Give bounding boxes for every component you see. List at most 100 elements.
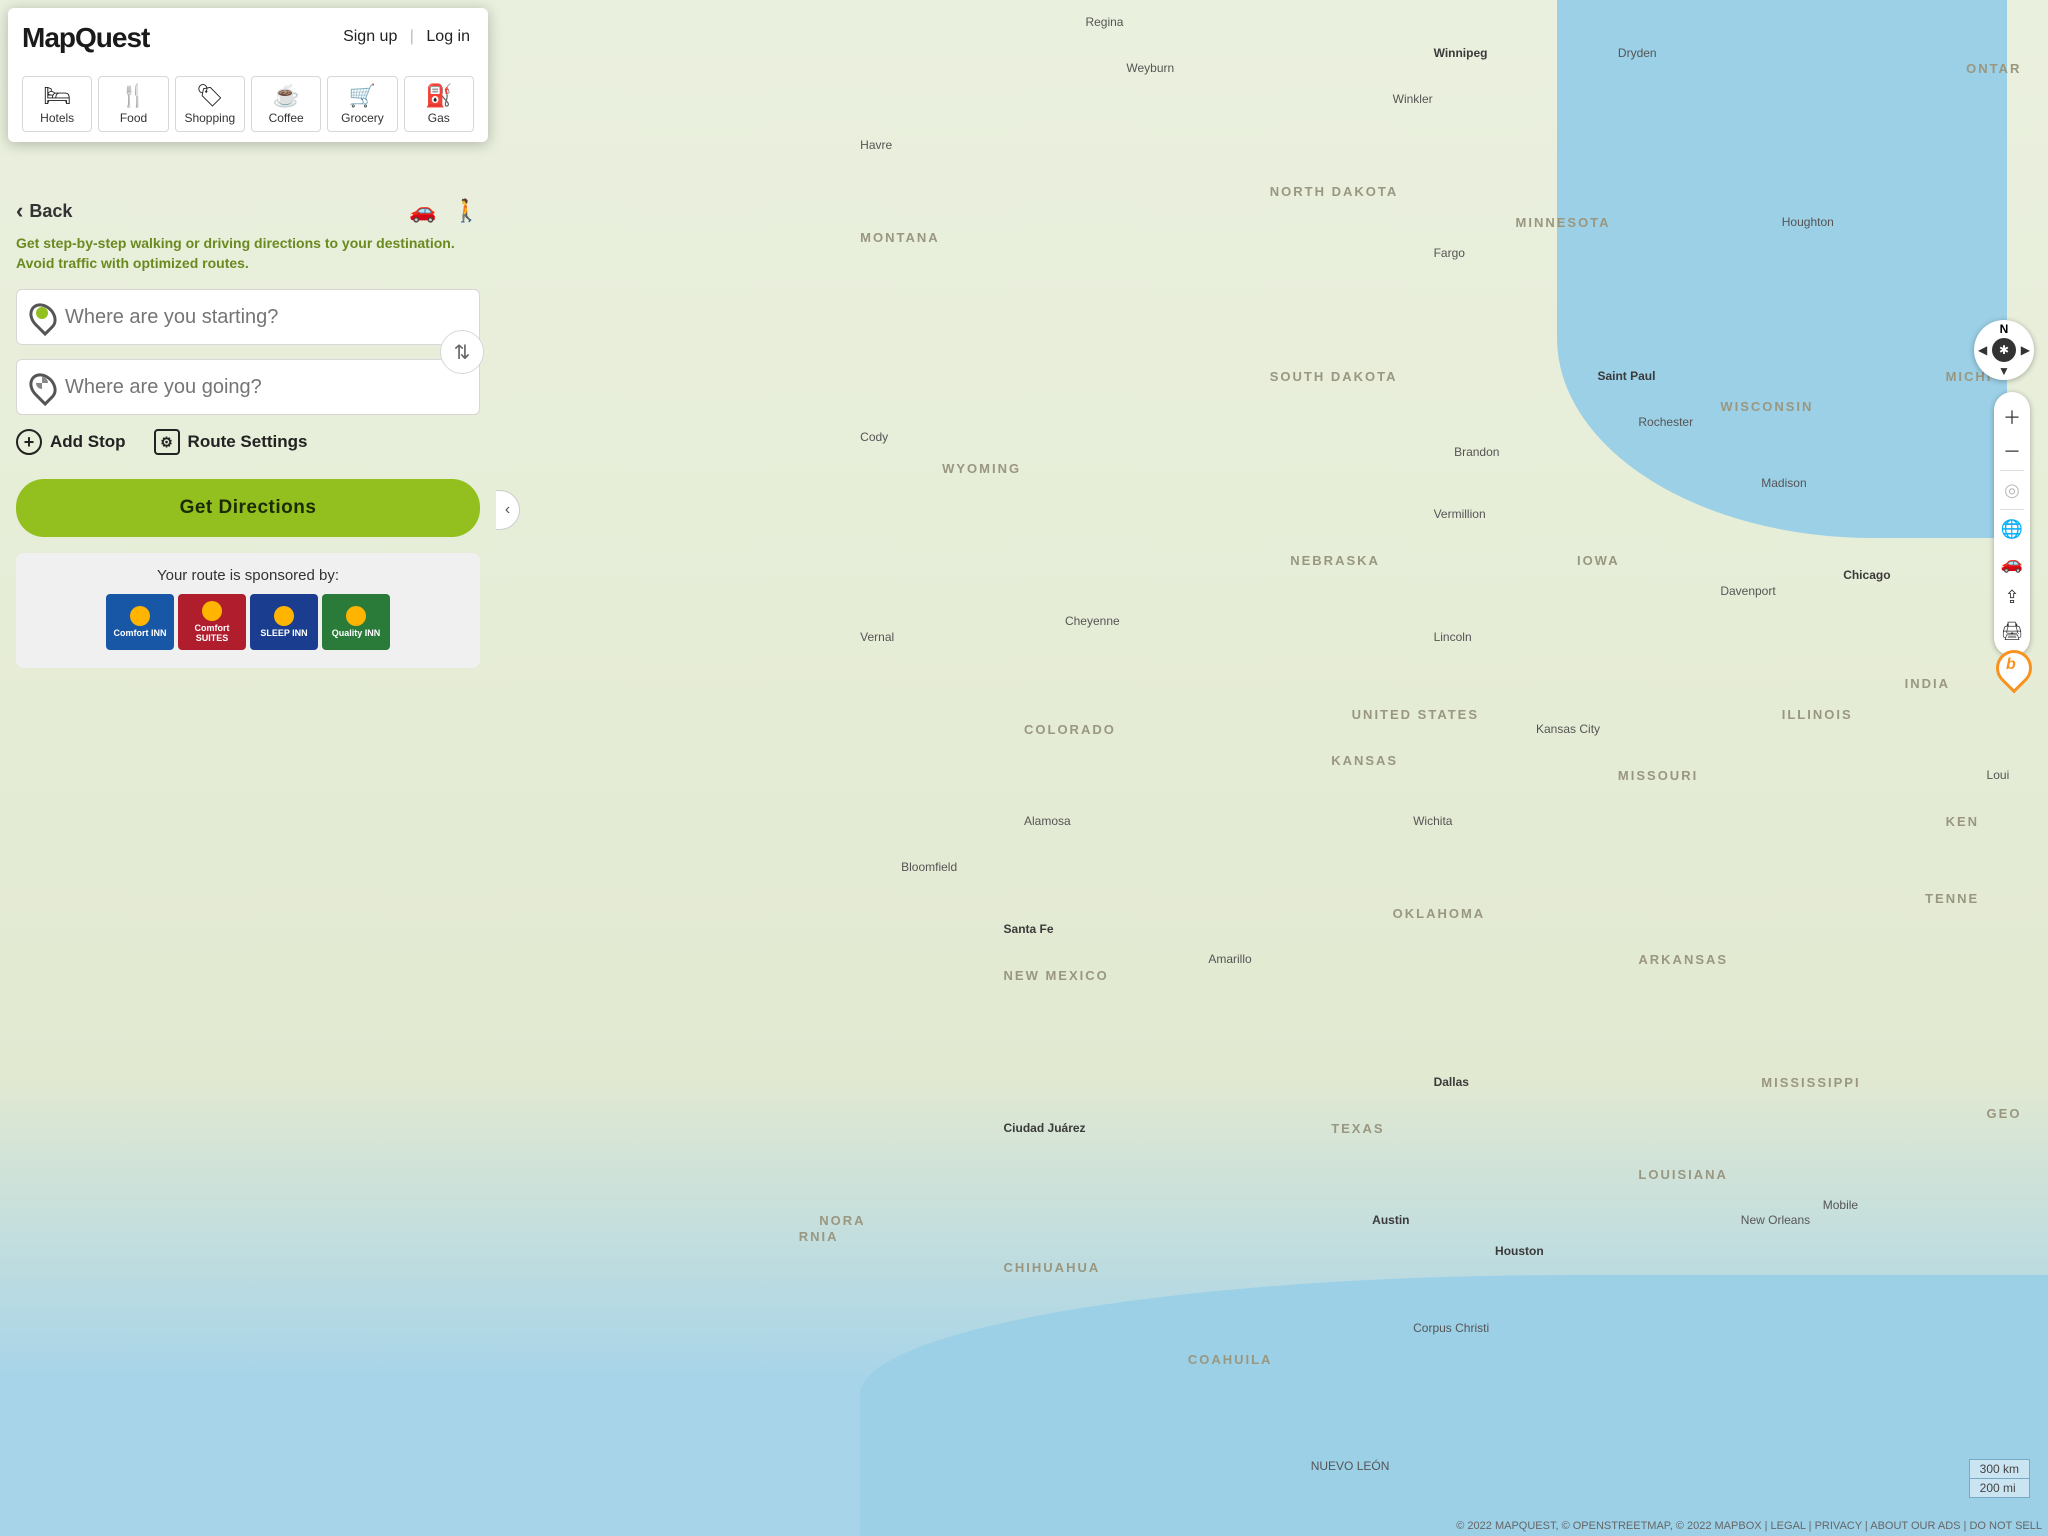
login-link[interactable]: Log in xyxy=(426,28,470,45)
basemap-button[interactable]: 🌐 xyxy=(1994,512,2030,546)
traffic-button[interactable]: 🚗 xyxy=(1994,546,2030,580)
category-label: Gas xyxy=(428,111,450,125)
directions-description: Get step-by-step walking or driving dire… xyxy=(16,234,480,273)
start-field[interactable] xyxy=(16,289,480,345)
map-city-label: Mobile xyxy=(1823,1198,1858,1212)
pan-right-icon[interactable]: ▶ xyxy=(2021,343,2030,357)
map-city-label: Winnipeg xyxy=(1434,46,1488,60)
sponsor-logos: Comfort INNComfort SUITESSLEEP INNQualit… xyxy=(32,594,464,650)
end-input[interactable] xyxy=(65,376,465,399)
map-state-label: CHIHUAHUA xyxy=(1004,1260,1101,1275)
category-food[interactable]: 🍴 Food xyxy=(98,76,168,132)
add-stop-label: Add Stop xyxy=(50,432,126,452)
sponsor-logo[interactable]: Comfort SUITES xyxy=(178,594,246,650)
poi-marker[interactable] xyxy=(1996,650,2030,690)
map-city-label: Davenport xyxy=(1720,584,1775,598)
map-state-label: COAHUILA xyxy=(1188,1352,1273,1367)
category-grocery[interactable]: 🛒 Grocery xyxy=(327,76,397,132)
map-state-label: NEBRASKA xyxy=(1290,553,1380,568)
map-state-label: KEN xyxy=(1946,814,1979,829)
start-pin-icon xyxy=(31,302,55,332)
locate-me-button[interactable]: ◎ xyxy=(1994,473,2030,507)
map-state-label: MISSISSIPPI xyxy=(1761,1075,1860,1090)
map-state-label: SOUTH DAKOTA xyxy=(1270,369,1398,384)
map-state-label: MINNESOTA xyxy=(1516,215,1611,230)
category-label: Shopping xyxy=(184,111,235,125)
signup-link[interactable]: Sign up xyxy=(343,28,397,45)
map-city-label: Houghton xyxy=(1782,215,1834,229)
map-city-label: Austin xyxy=(1372,1213,1409,1227)
coffee-icon: ☕ xyxy=(272,85,299,107)
map-city-label: Vermillion xyxy=(1434,507,1486,521)
start-input[interactable] xyxy=(65,306,465,329)
map-city-label: Cheyenne xyxy=(1065,614,1120,628)
category-coffee[interactable]: ☕ Coffee xyxy=(251,76,321,132)
sponsor-text: Your route is sponsored by: xyxy=(32,567,464,584)
mode-walk-icon[interactable]: 🚶 xyxy=(453,198,480,224)
map-city-label: Brandon xyxy=(1454,445,1499,459)
map-state-label: NORA xyxy=(819,1213,865,1228)
print-button[interactable]: 🖨 xyxy=(1994,614,2030,648)
map-city-label: Santa Fe xyxy=(1004,922,1054,936)
map-state-label: UNITED STATES xyxy=(1352,707,1479,722)
category-label: Grocery xyxy=(341,111,384,125)
pan-down-icon[interactable]: ▼ xyxy=(1998,364,2010,378)
sponsor-card: Your route is sponsored by: Comfort INNC… xyxy=(16,553,480,668)
map-city-label: Houston xyxy=(1495,1244,1544,1258)
map-state-label: ONTAR xyxy=(1966,61,2021,76)
map-state-label: WISCONSIN xyxy=(1720,399,1813,414)
gulf-water xyxy=(860,1275,2048,1536)
category-shopping[interactable]: 🏷 Shopping xyxy=(175,76,245,132)
map-state-label: TENNE xyxy=(1925,891,1979,906)
category-label: Food xyxy=(120,111,147,125)
scale-mi: 200 mi xyxy=(1970,1479,2029,1497)
add-stop-button[interactable]: + Add Stop xyxy=(16,429,126,455)
route-inputs: ⇅ xyxy=(16,289,480,415)
end-field[interactable] xyxy=(16,359,480,415)
pan-left-icon[interactable]: ◀ xyxy=(1978,343,1987,357)
swap-locations-button[interactable]: ⇅ xyxy=(440,330,484,374)
share-button[interactable]: ⇪ xyxy=(1994,580,2030,614)
compass-center-icon[interactable]: ✱ xyxy=(1992,338,2016,362)
map-city-label: Rochester xyxy=(1638,415,1693,429)
map-city-label: Dallas xyxy=(1434,1075,1469,1089)
map-city-label: NUEVO LEÓN xyxy=(1311,1459,1390,1473)
back-label: Back xyxy=(29,201,72,222)
sponsor-logo[interactable]: Quality INN xyxy=(322,594,390,650)
map-state-label: NEW MEXICO xyxy=(1004,968,1109,983)
plus-icon: + xyxy=(16,429,42,455)
sponsor-logo[interactable]: SLEEP INN xyxy=(250,594,318,650)
map-state-label: ILLINOIS xyxy=(1782,707,1853,722)
zoom-in-button[interactable]: ＋ xyxy=(1994,400,2030,434)
zoom-out-button[interactable]: － xyxy=(1994,434,2030,468)
category-gas[interactable]: ⛽ Gas xyxy=(404,76,474,132)
map-city-label: Regina xyxy=(1085,15,1123,29)
map-city-label: Madison xyxy=(1761,476,1806,490)
great-lakes-water xyxy=(1557,0,2008,538)
hotel-icon: 🛏 xyxy=(43,85,71,107)
map-city-label: Kansas City xyxy=(1536,722,1600,736)
map-tools: ＋ － ◎ 🌐 🚗 ⇪ 🖨 xyxy=(1994,392,2030,656)
map-state-label: MONTANA xyxy=(860,230,939,245)
map-state-label: WYOMING xyxy=(942,461,1021,476)
attribution: © 2022 MAPQUEST, © OPENSTREETMAP, © 2022… xyxy=(1456,1520,2042,1532)
directions-panel: Back 🚗 🚶 Get step-by-step walking or dri… xyxy=(0,190,496,668)
sponsor-logo[interactable]: Comfort INN xyxy=(106,594,174,650)
travel-modes: 🚗 🚶 xyxy=(409,198,480,224)
auth-separator: | xyxy=(410,28,414,45)
map-city-label: Corpus Christi xyxy=(1413,1321,1489,1335)
compass-control[interactable]: N ◀ ▶ ▼ ✱ xyxy=(1974,320,2034,380)
category-hotel[interactable]: 🛏 Hotels xyxy=(22,76,92,132)
category-row: 🛏 Hotels🍴 Food🏷 Shopping☕ Coffee🛒 Grocer… xyxy=(22,76,474,132)
mode-car-icon[interactable]: 🚗 xyxy=(409,198,436,224)
map-state-label: OKLAHOMA xyxy=(1393,906,1486,921)
get-directions-button[interactable]: Get Directions xyxy=(16,479,480,537)
map-city-label: Saint Paul xyxy=(1597,369,1655,383)
back-button[interactable]: Back xyxy=(16,198,72,224)
scale-bar: 300 km 200 mi xyxy=(1969,1459,2030,1498)
map-state-label: TEXAS xyxy=(1331,1121,1384,1136)
route-settings-button[interactable]: ⚙ Route Settings xyxy=(154,429,308,455)
map-city-label: Dryden xyxy=(1618,46,1657,60)
food-icon: 🍴 xyxy=(120,85,147,107)
map-state-label: LOUISIANA xyxy=(1638,1167,1728,1182)
